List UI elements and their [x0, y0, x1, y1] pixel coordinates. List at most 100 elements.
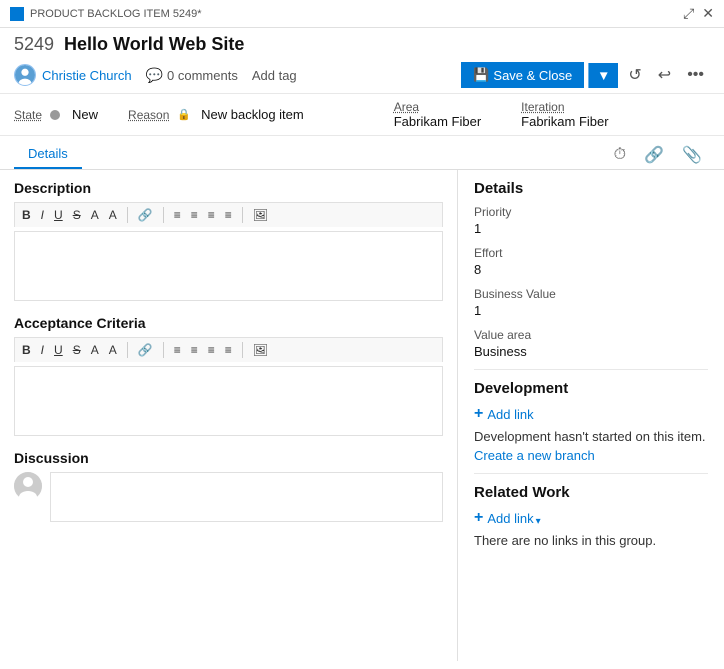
right-panel: Details Priority 1 Effort 8 Business Val…: [458, 170, 724, 661]
details-section-title: Details: [474, 180, 708, 197]
add-link-dropdown-arrow[interactable]: ▾: [536, 516, 541, 527]
header: 5249 Hello World Web Site Christie Churc…: [0, 28, 724, 93]
comments-button[interactable]: 💬 0 comments: [146, 67, 238, 84]
tab-icons: ⏱ 🔗 📎: [606, 141, 710, 169]
ac-tb-sep3: [242, 342, 243, 358]
effort-value[interactable]: 8: [474, 262, 708, 277]
state-label: State: [14, 108, 42, 122]
ac-tb-sep1: [127, 342, 128, 358]
discussion-section: Discussion: [14, 450, 443, 522]
comments-count: 0 comments: [167, 68, 238, 83]
area-value[interactable]: Fabrikam Fiber: [394, 114, 481, 129]
development-text: Development hasn't started on this item.: [474, 429, 708, 444]
priority-value[interactable]: 1: [474, 221, 708, 236]
related-work-add-link-button[interactable]: + Add link: [474, 509, 534, 527]
development-add-link-button[interactable]: + Add link: [474, 405, 534, 423]
item-title: Hello World Web Site: [64, 34, 244, 55]
comment-icon: 💬: [146, 67, 163, 84]
ac-tb-italic[interactable]: I: [38, 342, 47, 358]
title-bar-left: PRODUCT BACKLOG ITEM 5249*: [10, 7, 202, 21]
ac-tb-font[interactable]: A: [88, 342, 102, 358]
ac-tb-indent[interactable]: ≡: [205, 342, 218, 358]
create-branch-link[interactable]: Create a new branch: [474, 448, 595, 463]
priority-field: Priority 1: [474, 205, 708, 236]
description-editor[interactable]: [14, 231, 443, 301]
avatar: [14, 64, 36, 86]
close-icon[interactable]: ✕: [702, 5, 714, 22]
tb-italic[interactable]: I: [38, 207, 47, 223]
tb-indent[interactable]: ≡: [205, 207, 218, 223]
ac-tb-strikethrough[interactable]: S: [70, 342, 84, 358]
save-close-button[interactable]: 💾 Save & Close: [461, 62, 584, 88]
acceptance-criteria-editor[interactable]: [14, 366, 443, 436]
description-section: Description B I U S A A 🔗 ≡ ≡ ≡ ≡ 🖼: [14, 180, 443, 301]
tab-history[interactable]: ⏱: [606, 141, 634, 169]
user-info[interactable]: Christie Church: [14, 64, 132, 86]
ac-tb-image[interactable]: 🖼: [250, 342, 271, 358]
refresh-button[interactable]: ↺: [622, 61, 647, 89]
discussion-input[interactable]: [50, 472, 443, 522]
discussion-title: Discussion: [14, 450, 443, 466]
description-title: Description: [14, 180, 443, 196]
tab-details[interactable]: Details: [14, 140, 82, 169]
product-backlog-icon: [10, 7, 24, 21]
development-add-link-label: Add link: [487, 407, 533, 422]
ac-tb-highlight[interactable]: A: [106, 342, 120, 358]
tb-highlight[interactable]: A: [106, 207, 120, 223]
no-links-text: There are no links in this group.: [474, 533, 708, 548]
tb-sep3: [242, 207, 243, 223]
ac-tb-bold[interactable]: B: [19, 342, 34, 358]
related-add-link-icon: +: [474, 509, 483, 527]
iteration-value[interactable]: Fabrikam Fiber: [521, 114, 608, 129]
left-panel: Description B I U S A A 🔗 ≡ ≡ ≡ ≡ 🖼: [0, 170, 458, 661]
value-area-label: Value area: [474, 328, 708, 342]
state-field: State New: [14, 107, 98, 122]
tabs: Details ⏱ 🔗 📎: [0, 140, 724, 170]
effort-label: Effort: [474, 246, 708, 260]
save-close-label: Save & Close: [493, 68, 572, 83]
tb-bold[interactable]: B: [19, 207, 34, 223]
business-value-field: Business Value 1: [474, 287, 708, 318]
ac-tb-outdent[interactable]: ≡: [222, 342, 235, 358]
related-work-add-link-row: + Add link ▾: [474, 509, 708, 533]
state-row: State New Reason 🔒 New backlog item Area…: [0, 93, 724, 136]
value-area-field: Value area Business: [474, 328, 708, 359]
more-options-button[interactable]: •••: [681, 62, 710, 88]
tb-ul[interactable]: ≡: [171, 207, 184, 223]
ac-tb-sep2: [163, 342, 164, 358]
tb-strikethrough[interactable]: S: [70, 207, 84, 223]
add-link-icon: +: [474, 405, 483, 423]
save-close-dropdown[interactable]: ▼: [588, 63, 618, 88]
item-id-title-row: 5249 Hello World Web Site: [14, 34, 710, 55]
iteration-label: Iteration: [521, 100, 608, 114]
add-tag-button[interactable]: Add tag: [252, 68, 297, 83]
state-value[interactable]: New: [72, 107, 98, 122]
tb-outdent[interactable]: ≡: [222, 207, 235, 223]
value-area-value[interactable]: Business: [474, 344, 708, 359]
tb-underline[interactable]: U: [51, 207, 66, 223]
ac-tb-underline[interactable]: U: [51, 342, 66, 358]
expand-icon[interactable]: ⤢: [683, 5, 694, 22]
divider-2: [474, 473, 708, 474]
reason-value: New backlog item: [201, 107, 304, 122]
area-label: Area: [394, 100, 481, 114]
undo-button[interactable]: ↩: [652, 61, 677, 89]
area-iter: Area Fabrikam Fiber Iteration Fabrikam F…: [394, 100, 609, 129]
acceptance-toolbar: B I U S A A 🔗 ≡ ≡ ≡ ≡ 🖼: [14, 337, 443, 362]
ac-tb-ul[interactable]: ≡: [171, 342, 184, 358]
tb-font-color[interactable]: A: [88, 207, 102, 223]
related-work-section-title: Related Work: [474, 484, 708, 501]
tb-image[interactable]: 🖼: [250, 207, 271, 223]
related-add-link-label: Add link: [487, 511, 533, 526]
business-value-value[interactable]: 1: [474, 303, 708, 318]
user-name: Christie Church: [42, 68, 132, 83]
header-actions: 💾 Save & Close ▼ ↺ ↩ •••: [461, 61, 710, 89]
tab-attachments[interactable]: 📎: [674, 141, 710, 169]
ac-tb-link[interactable]: 🔗: [135, 342, 156, 358]
tb-ol[interactable]: ≡: [188, 207, 201, 223]
tab-links[interactable]: 🔗: [636, 141, 672, 169]
tb-link[interactable]: 🔗: [135, 207, 156, 223]
header-meta: Christie Church 💬 0 comments Add tag 💾 S…: [14, 61, 710, 89]
area-field: Area Fabrikam Fiber: [394, 100, 481, 129]
ac-tb-ol[interactable]: ≡: [188, 342, 201, 358]
